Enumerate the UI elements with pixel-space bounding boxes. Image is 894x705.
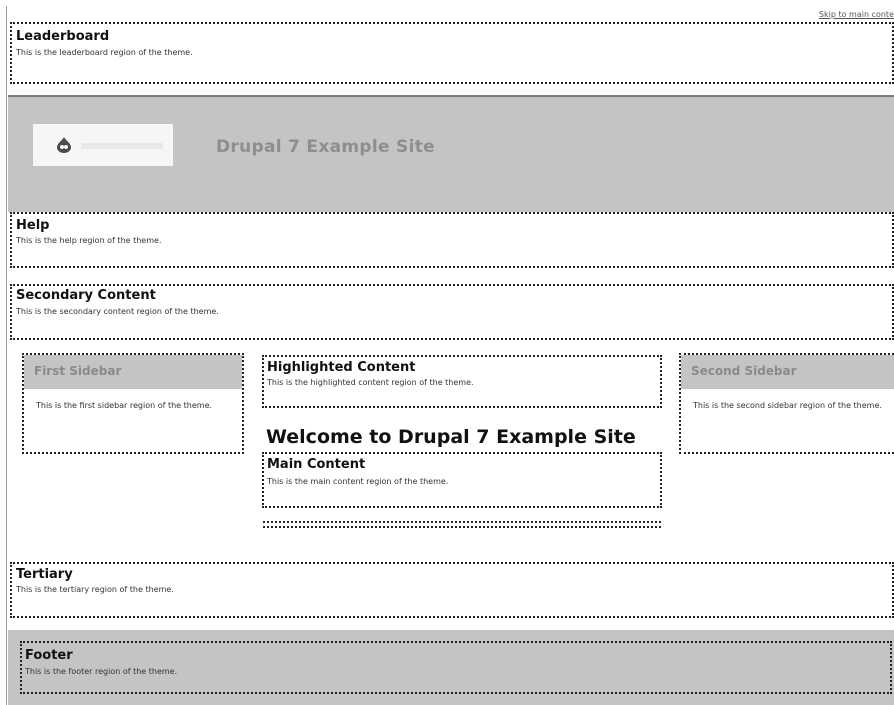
first-sidebar-region: First Sidebar This is the first sidebar … (22, 353, 244, 454)
tertiary-description: This is the tertiary region of the theme… (16, 584, 174, 594)
footer-description: This is the footer region of the theme. (25, 666, 178, 676)
main-content-description: This is the main content region of the t… (267, 476, 449, 486)
main-content-region: Main Content This is the main content re… (262, 452, 662, 508)
leaderboard-description: This is the leaderboard region of the th… (16, 47, 193, 57)
site-name[interactable]: Drupal 7 Example Site (216, 137, 435, 157)
help-region: Help This is the help region of the them… (10, 212, 894, 268)
footer-title: Footer (25, 648, 73, 663)
leaderboard-region: Leaderboard This is the leaderboard regi… (10, 22, 894, 84)
main-content-title: Main Content (267, 457, 366, 472)
highlighted-content-description: This is the highlighted content region o… (267, 377, 474, 387)
secondary-content-region: Secondary Content This is the secondary … (10, 284, 894, 340)
leaderboard-title: Leaderboard (16, 29, 110, 44)
first-sidebar-description: This is the first sidebar region of the … (36, 401, 213, 410)
footer-band: Footer This is the footer region of the … (8, 630, 894, 705)
footer-region: Footer This is the footer region of the … (20, 641, 892, 694)
tertiary-title: Tertiary (16, 567, 73, 582)
page-title: Welcome to Drupal 7 Example Site (266, 426, 636, 448)
site-logo[interactable] (33, 124, 173, 166)
second-sidebar-title: Second Sidebar (681, 355, 894, 389)
skip-to-main-content-link[interactable]: Skip to main conte (819, 10, 894, 19)
highlighted-content-region: Highlighted Content This is the highligh… (262, 355, 662, 408)
highlighted-content-title: Highlighted Content (267, 360, 416, 375)
second-sidebar-description: This is the second sidebar region of the… (693, 401, 882, 410)
help-title: Help (16, 218, 50, 233)
logo-wordmark (81, 143, 163, 149)
header-region: Drupal 7 Example Site (8, 95, 894, 212)
secondary-content-description: This is the secondary content region of … (16, 306, 219, 316)
secondary-content-title: Secondary Content (16, 288, 156, 303)
tertiary-region: Tertiary This is the tertiary region of … (10, 562, 894, 618)
second-sidebar-region: Second Sidebar This is the second sideba… (679, 353, 894, 454)
drupal-drop-icon (57, 137, 71, 153)
first-sidebar-title: First Sidebar (24, 355, 242, 389)
help-description: This is the help region of the theme. (16, 235, 162, 245)
content-bottom-divider (263, 521, 661, 528)
